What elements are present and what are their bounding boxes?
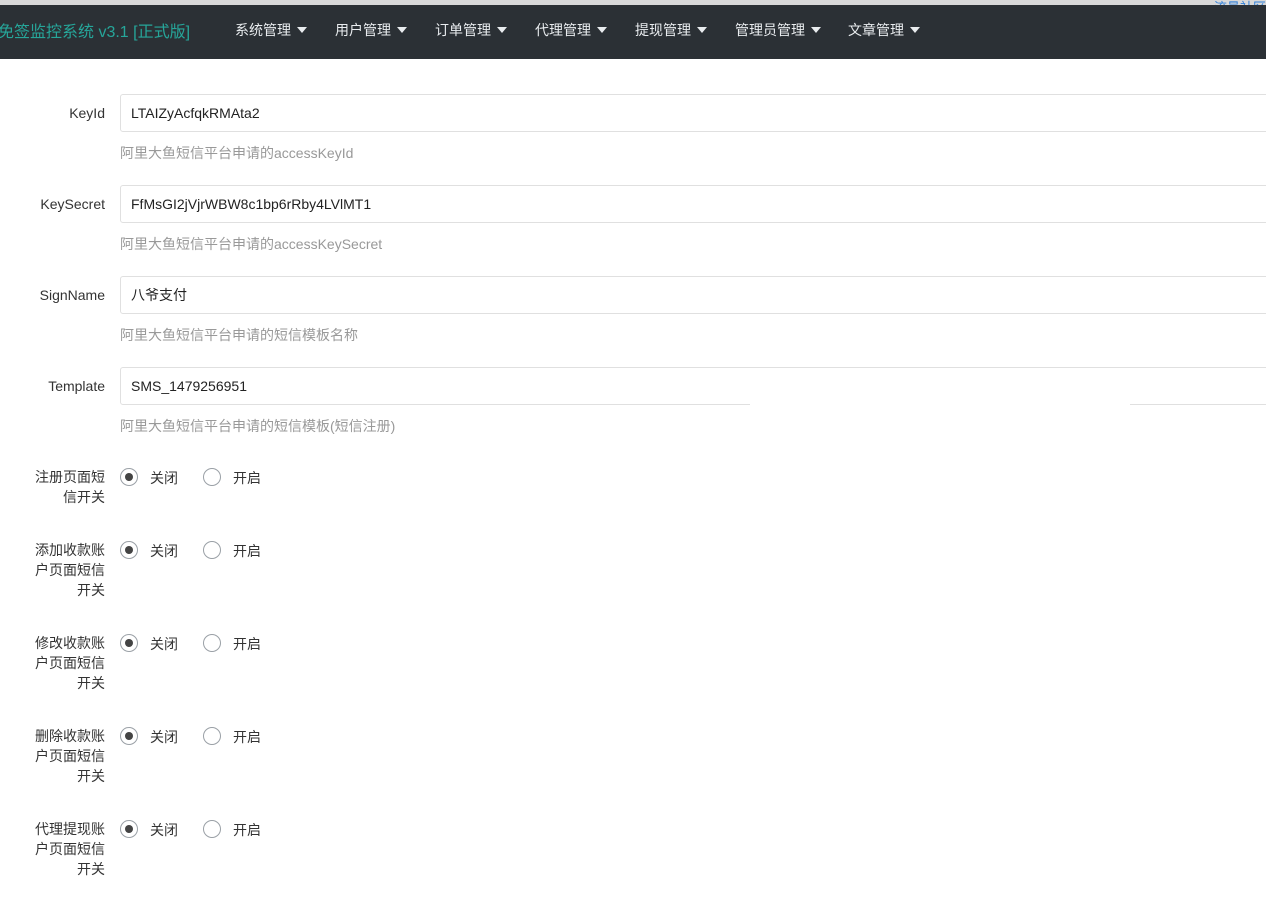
radio-unchecked-icon[interactable] xyxy=(203,634,221,652)
label-line: 开关 xyxy=(77,861,105,877)
label-line: 户页面短信 xyxy=(35,748,105,764)
keysecret-help: 阿里大鱼短信平台申请的accessKeySecret xyxy=(120,236,383,252)
keysecret-input[interactable] xyxy=(120,185,1266,223)
radio-label-on: 开启 xyxy=(233,822,261,838)
add-account-sms-switch-label: 添加收款账 户页面短信 开关 xyxy=(21,540,105,600)
label-line: 开关 xyxy=(77,582,105,598)
redacted-area xyxy=(750,404,1130,464)
radio-checked-icon[interactable] xyxy=(120,727,138,745)
radio-label-off: 关闭 xyxy=(150,636,178,652)
radio-label-off: 关闭 xyxy=(150,822,178,838)
label-line: 开关 xyxy=(77,768,105,784)
label-line: 开关 xyxy=(77,675,105,691)
radio-unchecked-icon[interactable] xyxy=(203,820,221,838)
radio-label-on: 开启 xyxy=(233,470,261,486)
delete-account-sms-switch-label: 删除收款账 户页面短信 开关 xyxy=(21,726,105,786)
template-help: 阿里大鱼短信平台申请的短信模板(短信注册) xyxy=(120,418,396,434)
keyid-help: 阿里大鱼短信平台申请的accessKeyId xyxy=(120,145,354,161)
template-input[interactable] xyxy=(120,367,1266,405)
radio-unchecked-icon[interactable] xyxy=(203,727,221,745)
keysecret-label: KeySecret xyxy=(40,196,105,212)
radio-label-off: 关闭 xyxy=(150,543,178,559)
radio-label-on: 开启 xyxy=(233,543,261,559)
keyid-input[interactable] xyxy=(120,94,1266,132)
sms-settings-form: KeyId 阿里大鱼短信平台申请的accessKeyId KeySecret 阿… xyxy=(0,0,1266,901)
label-line: 信开关 xyxy=(63,489,105,505)
radio-label-on: 开启 xyxy=(233,729,261,745)
label-line: 注册页面短 xyxy=(35,469,105,485)
signname-input[interactable] xyxy=(120,276,1266,314)
radio-checked-icon[interactable] xyxy=(120,634,138,652)
template-label: Template xyxy=(48,378,105,394)
label-line: 修改收款账 xyxy=(35,635,105,651)
label-line: 户页面短信 xyxy=(35,562,105,578)
radio-unchecked-icon[interactable] xyxy=(203,468,221,486)
signname-help: 阿里大鱼短信平台申请的短信模板名称 xyxy=(120,327,358,343)
keyid-label: KeyId xyxy=(69,105,105,121)
register-sms-switch-label: 注册页面短 信开关 xyxy=(21,467,105,507)
label-line: 代理提现账 xyxy=(35,821,105,837)
radio-checked-icon[interactable] xyxy=(120,820,138,838)
radio-unchecked-icon[interactable] xyxy=(203,541,221,559)
radio-label-off: 关闭 xyxy=(150,470,178,486)
agent-withdraw-sms-switch-label: 代理提现账 户页面短信 开关 xyxy=(21,819,105,879)
label-line: 户页面短信 xyxy=(35,841,105,857)
label-line: 添加收款账 xyxy=(35,542,105,558)
label-line: 删除收款账 xyxy=(35,728,105,744)
radio-label-off: 关闭 xyxy=(150,729,178,745)
signname-label: SignName xyxy=(39,287,105,303)
edit-account-sms-switch-label: 修改收款账 户页面短信 开关 xyxy=(21,633,105,693)
radio-checked-icon[interactable] xyxy=(120,541,138,559)
radio-checked-icon[interactable] xyxy=(120,468,138,486)
label-line: 户页面短信 xyxy=(35,655,105,671)
radio-label-on: 开启 xyxy=(233,636,261,652)
